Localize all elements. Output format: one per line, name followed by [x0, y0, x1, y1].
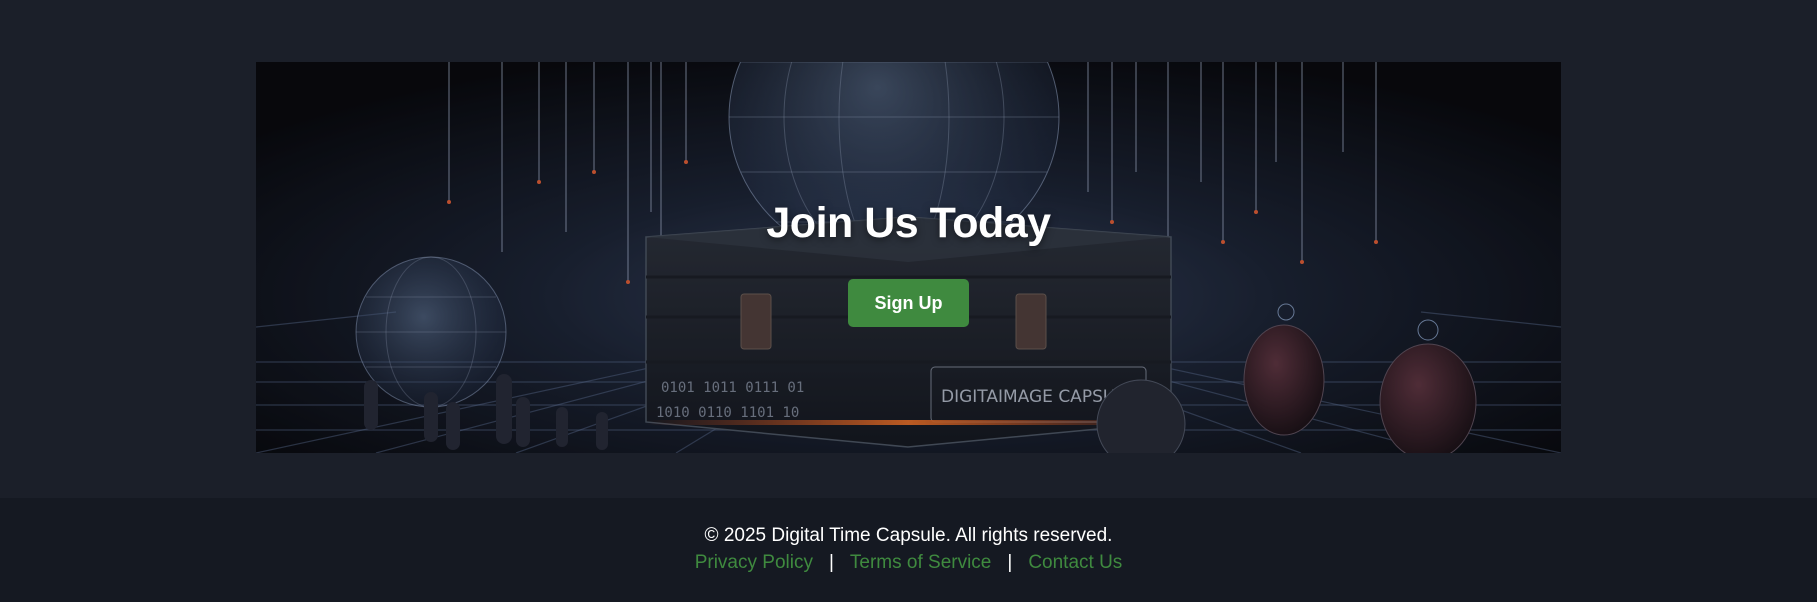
sign-up-button[interactable]: Sign Up	[848, 279, 969, 327]
hero-content: Join Us Today Sign Up	[256, 62, 1561, 453]
privacy-policy-link[interactable]: Privacy Policy	[695, 552, 813, 573]
terms-of-service-link[interactable]: Terms of Service	[850, 552, 991, 573]
join-section: 0101 1011 0111 01 1010 0110 1101 10 DIGI…	[0, 0, 1817, 498]
hero-title: Join Us Today	[766, 199, 1051, 247]
footer-separator: |	[828, 552, 834, 573]
footer-separator: |	[1007, 552, 1013, 573]
page: 0101 1011 0111 01 1010 0110 1101 10 DIGI…	[0, 0, 1817, 602]
contact-us-link[interactable]: Contact Us	[1028, 552, 1122, 573]
footer-copyright: © 2025 Digital Time Capsule. All rights …	[704, 525, 1113, 546]
hero-banner: 0101 1011 0111 01 1010 0110 1101 10 DIGI…	[256, 62, 1561, 453]
footer-links: Privacy Policy | Terms of Service | Contact …	[0, 553, 1817, 572]
footer	[0, 498, 1817, 602]
